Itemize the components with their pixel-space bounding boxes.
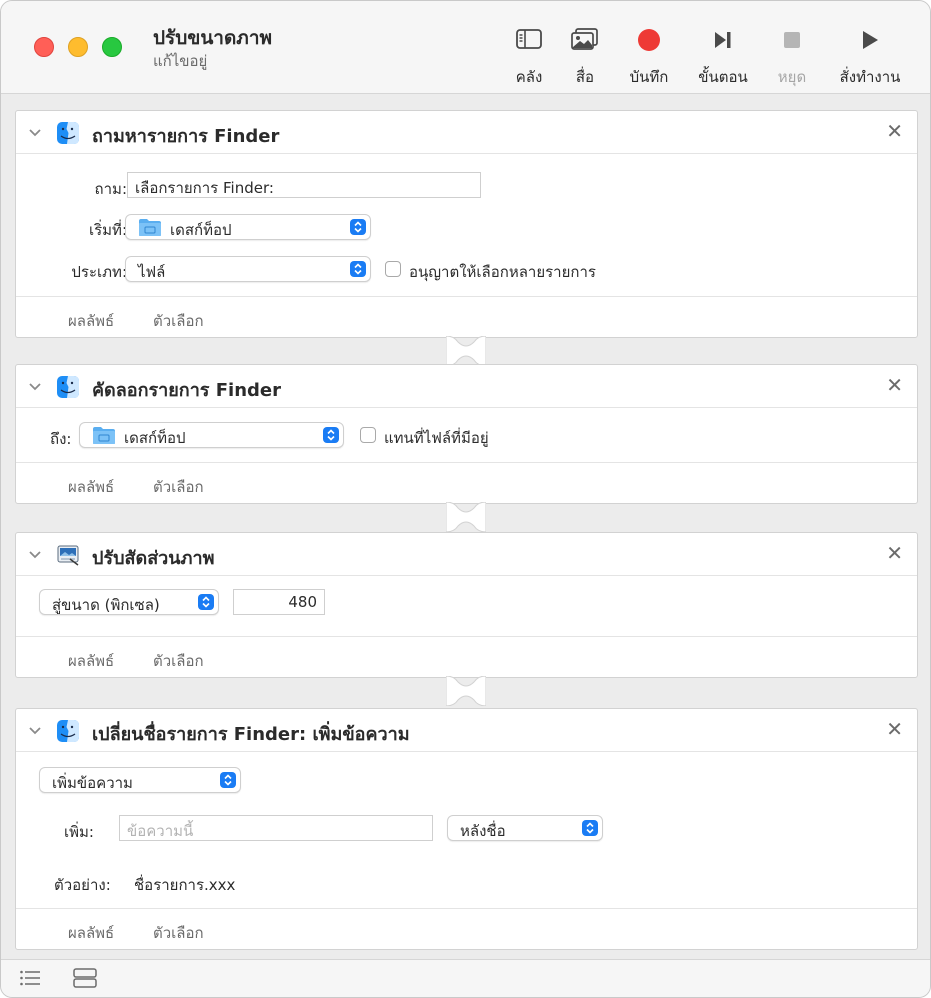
action-ask-finder-items[interactable]: ถามหารายการ Finder ✕ ถาม: เลือกรายการ Fi… <box>15 110 918 338</box>
record-icon <box>636 27 662 57</box>
results-tab[interactable]: ผลลัพธ์ <box>68 921 114 945</box>
preview-icon <box>56 543 80 571</box>
chevron-down-icon[interactable] <box>28 125 42 144</box>
action-connector <box>446 336 486 366</box>
action-title: ปรับสัดส่วนภาพ <box>92 548 215 569</box>
popup-stepper-icon <box>220 772 236 788</box>
options-tab[interactable]: ตัวเลือก <box>153 309 204 333</box>
action-title: คัดลอกรายการ Finder <box>92 380 281 401</box>
stop-label: หยุด <box>777 68 807 86</box>
start-at-label: เริ่มที่: <box>88 221 127 239</box>
options-tab[interactable]: ตัวเลือก <box>153 649 204 673</box>
popup-stepper-icon <box>323 427 339 443</box>
chevron-down-icon[interactable] <box>28 547 42 566</box>
start-at-value: เดสก์ท็อป <box>170 221 232 239</box>
minimize-window-button[interactable] <box>68 37 88 57</box>
results-tab[interactable]: ผลลัพธ์ <box>68 309 114 333</box>
action-copy-finder-items[interactable]: คัดลอกรายการ Finder ✕ ถึง: เดสก์ท็อป แทน… <box>15 364 918 504</box>
allow-multiple-label: อนุญาตให้เลือกหลายรายการ <box>409 263 596 281</box>
type-label: ประเภท: <box>71 263 127 281</box>
action-footer: ผลลัพธ์ ตัวเลือก <box>16 296 917 337</box>
folder-icon <box>138 218 162 241</box>
close-icon[interactable]: ✕ <box>886 373 903 397</box>
workflow-area: ถามหารายการ Finder ✕ ถาม: เลือกรายการ Fi… <box>1 94 930 959</box>
sidebar-icon <box>515 27 543 55</box>
replace-existing-label: แทนที่ไฟล์ที่มีอยู่ <box>384 429 489 447</box>
finder-icon <box>56 375 80 403</box>
action-title: เปลี่ยนชื่อรายการ Finder: เพิ่มข้อความ <box>92 724 410 745</box>
popup-stepper-icon <box>350 219 366 235</box>
popup-stepper-icon <box>582 820 598 836</box>
chevron-down-icon[interactable] <box>28 723 42 742</box>
rename-mode-popup[interactable]: เพิ่มข้อความ <box>39 767 241 793</box>
options-tab[interactable]: ตัวเลือก <box>153 921 204 945</box>
size-field[interactable]: 480 <box>233 589 325 615</box>
folder-icon <box>92 426 116 449</box>
scale-mode-popup[interactable]: สู่ขนาด (พิกเซล) <box>39 589 219 615</box>
finder-icon <box>56 719 80 747</box>
type-value: ไฟล์ <box>138 263 166 281</box>
example-value: ชื่อรายการ.xxx <box>134 876 236 894</box>
close-window-button[interactable] <box>34 37 54 57</box>
step-forward-icon <box>710 27 736 57</box>
record-label: บันทึก <box>629 68 669 86</box>
type-popup[interactable]: ไฟล์ <box>125 256 371 282</box>
to-value: เดสก์ท็อป <box>124 429 186 447</box>
window-subtitle: แก้ไขอยู่ <box>153 52 208 70</box>
bottom-bar <box>1 959 930 997</box>
record-button[interactable]: บันทึก <box>609 23 689 86</box>
add-label: เพิ่ม: <box>64 823 94 841</box>
position-popup[interactable]: หลังชื่อ <box>447 815 603 841</box>
toolbar: ปรับขนาดภาพ แก้ไขอยู่ คลัง สื่อ บันทึก ข… <box>1 1 930 94</box>
action-header: ถามหารายการ Finder ✕ <box>16 111 917 154</box>
action-footer: ผลลัพธ์ ตัวเลือก <box>16 908 917 949</box>
popup-stepper-icon <box>350 261 366 277</box>
results-tab[interactable]: ผลลัพธ์ <box>68 649 114 673</box>
run-button[interactable]: สั่งทำงาน <box>830 23 910 86</box>
chevron-down-icon[interactable] <box>28 379 42 398</box>
replace-existing-checkbox[interactable] <box>360 427 376 443</box>
step-button[interactable]: ขั้นตอน <box>683 23 763 86</box>
action-header: ปรับสัดส่วนภาพ ✕ <box>16 533 917 576</box>
prompt-field[interactable]: เลือกรายการ Finder: <box>127 172 481 198</box>
play-icon <box>857 27 883 57</box>
example-label: ตัวอย่าง: <box>54 876 111 894</box>
rename-mode-value: เพิ่มข้อความ <box>52 774 133 792</box>
position-value: หลังชื่อ <box>460 822 506 840</box>
action-connector <box>446 676 486 706</box>
add-text-field[interactable]: ข้อความนี้ <box>119 815 433 841</box>
close-icon[interactable]: ✕ <box>886 119 903 143</box>
automator-window: ปรับขนาดภาพ แก้ไขอยู่ คลัง สื่อ บันทึก ข… <box>0 0 931 998</box>
close-icon[interactable]: ✕ <box>886 717 903 741</box>
popup-stepper-icon <box>198 594 214 610</box>
step-label: ขั้นตอน <box>698 68 748 86</box>
action-scale-images[interactable]: ปรับสัดส่วนภาพ ✕ สู่ขนาด (พิกเซล) 480 ผล… <box>15 532 918 678</box>
action-rename-finder-items[interactable]: เปลี่ยนชื่อรายการ Finder: เพิ่มข้อความ ✕… <box>15 708 918 950</box>
results-tab[interactable]: ผลลัพธ์ <box>68 475 114 499</box>
start-at-popup[interactable]: เดสก์ท็อป <box>125 214 371 240</box>
finder-icon <box>56 121 80 149</box>
photos-icon <box>570 27 600 57</box>
workflow-view-icon[interactable] <box>73 968 97 992</box>
action-header: คัดลอกรายการ Finder ✕ <box>16 365 917 408</box>
list-view-icon[interactable] <box>19 969 41 991</box>
scale-mode-value: สู่ขนาด (พิกเซล) <box>52 596 160 614</box>
prompt-label: ถาม: <box>94 180 127 198</box>
action-footer: ผลลัพธ์ ตัวเลือก <box>16 462 917 503</box>
options-tab[interactable]: ตัวเลือก <box>153 475 204 499</box>
action-title: ถามหารายการ Finder <box>92 126 280 147</box>
action-connector <box>446 502 486 532</box>
zoom-window-button[interactable] <box>102 37 122 57</box>
run-label: สั่งทำงาน <box>839 68 901 86</box>
allow-multiple-checkbox[interactable] <box>385 261 401 277</box>
close-icon[interactable]: ✕ <box>886 541 903 565</box>
stop-button[interactable]: หยุด <box>752 23 832 86</box>
to-label: ถึง: <box>50 430 72 448</box>
to-popup[interactable]: เดสก์ท็อป <box>79 422 344 448</box>
action-header: เปลี่ยนชื่อรายการ Finder: เพิ่มข้อความ ✕ <box>16 709 917 752</box>
stop-icon <box>779 27 805 57</box>
action-footer: ผลลัพธ์ ตัวเลือก <box>16 636 917 677</box>
